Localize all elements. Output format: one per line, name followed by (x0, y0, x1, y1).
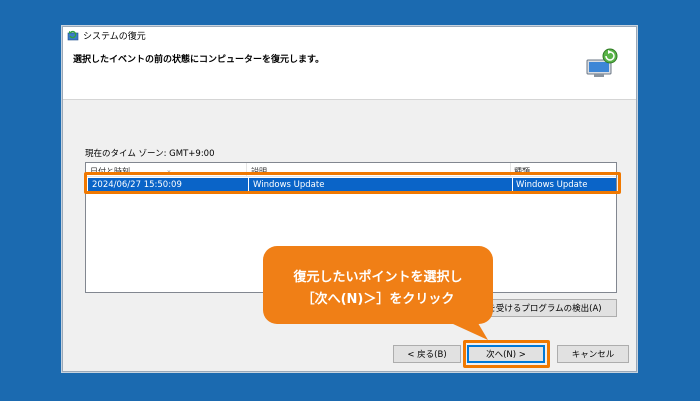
back-button[interactable]: < 戻る(B) (393, 345, 461, 363)
cancel-button[interactable]: キャンセル (557, 345, 629, 363)
page-subtitle: 選択したイベントの前の状態にコンピューターを復元します。 (73, 55, 325, 65)
timezone-label: 現在のタイム ゾーン: GMT+9:00 (85, 149, 215, 159)
computer-restore-icon (586, 48, 618, 77)
callout-line-1: 復元したいポイントを選択し (293, 270, 463, 285)
title-bar: システムの復元 (63, 27, 636, 44)
selected-row-highlight (84, 172, 621, 194)
window-title: システムの復元 (83, 32, 146, 42)
next-button-highlight (463, 340, 550, 368)
callout-line-2: ［次へ(N)＞］をクリック (301, 292, 455, 307)
instruction-callout: 復元したいポイントを選択し ［次へ(N)＞］をクリック (263, 246, 493, 324)
system-restore-icon (67, 30, 79, 40)
window-header: 選択したイベントの前の状態にコンピューターを復元します。 (63, 44, 636, 100)
